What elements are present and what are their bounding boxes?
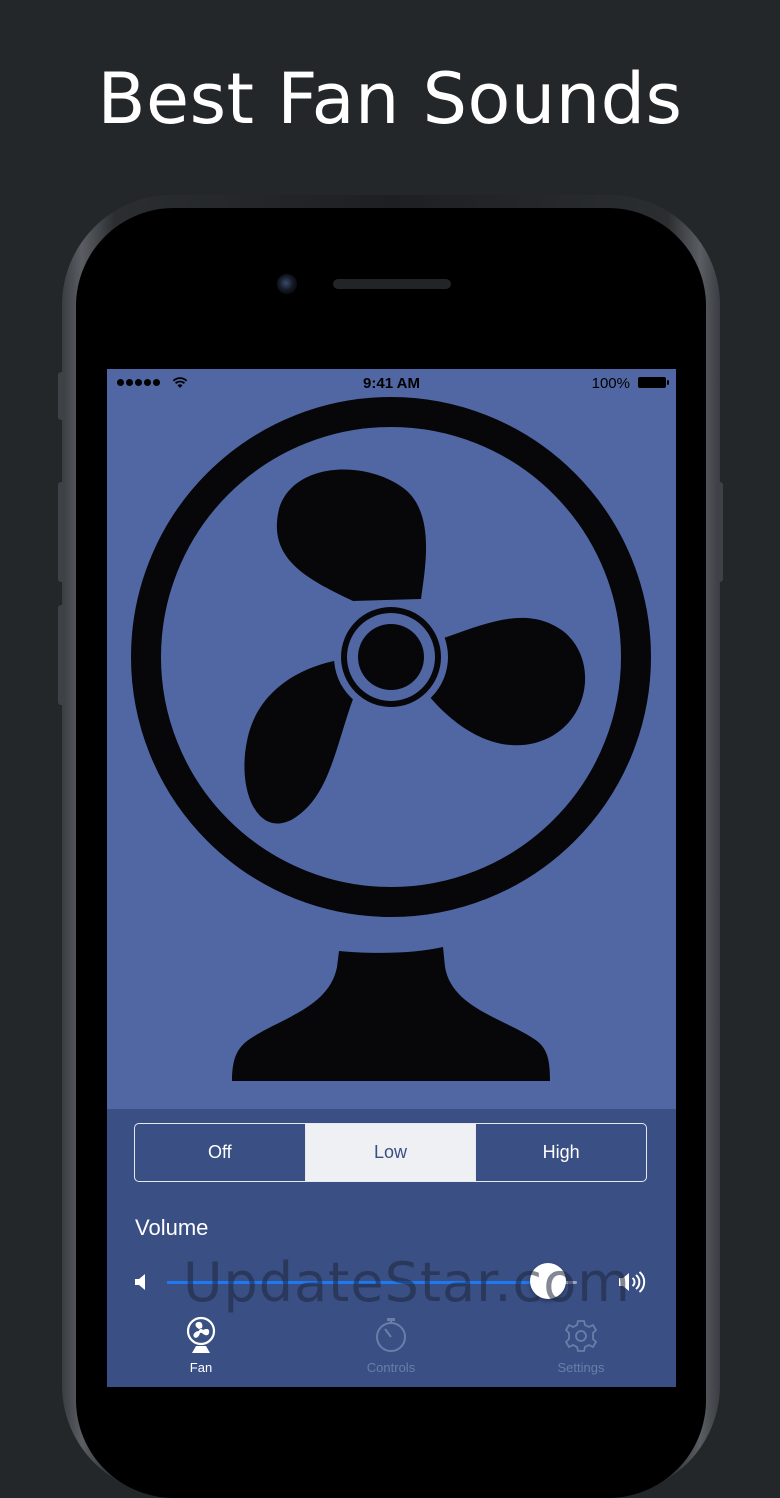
controls-panel: Off Low High Volume Fan Controls Setting… <box>107 1109 676 1387</box>
front-camera <box>277 274 297 294</box>
tab-fan[interactable]: Fan <box>141 1316 261 1375</box>
watermark: UpdateStar.com <box>183 1251 631 1314</box>
fan-speed-segmented-control[interactable]: Off Low High <box>134 1123 647 1182</box>
earpiece-speaker <box>333 279 451 289</box>
stopwatch-icon <box>376 1318 406 1352</box>
promo-headline: Best Fan Sounds <box>97 58 683 140</box>
tab-controls-label: Controls <box>366 1360 416 1375</box>
fan-hub-center <box>358 624 424 690</box>
fan-illustration[interactable] <box>107 369 676 1109</box>
tab-controls[interactable]: Controls <box>331 1316 451 1375</box>
fan-icon <box>186 1316 216 1353</box>
phone-power-button <box>716 482 723 582</box>
tab-bar: Fan Controls Settings <box>107 1316 676 1384</box>
tab-fan-label: Fan <box>189 1360 213 1375</box>
volume-label: Volume <box>135 1215 209 1240</box>
segment-high[interactable]: High <box>475 1124 646 1181</box>
volume-low-icon <box>135 1274 145 1290</box>
phone-silent-switch <box>58 372 65 420</box>
phone-volume-up-button <box>58 482 65 582</box>
fan-stand <box>232 947 550 1081</box>
app-screen: 9:41 AM 100% Off Low High Volume Fan Con… <box>107 369 676 1387</box>
segment-off[interactable]: Off <box>135 1124 305 1181</box>
phone-volume-down-button <box>58 605 65 705</box>
tab-settings-label: Settings <box>557 1360 605 1375</box>
gear-icon <box>564 1320 598 1352</box>
segment-low[interactable]: Low <box>304 1124 476 1181</box>
tab-settings[interactable]: Settings <box>521 1316 641 1375</box>
